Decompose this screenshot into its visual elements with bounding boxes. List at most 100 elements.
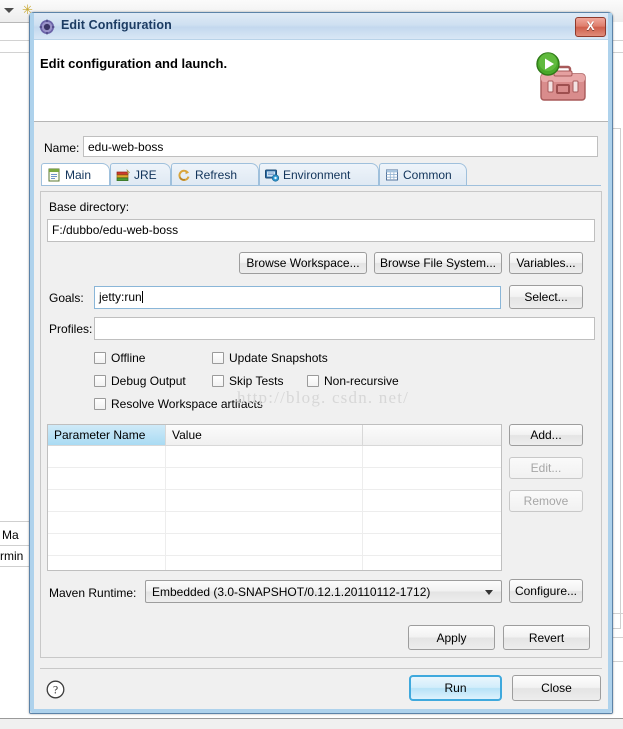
browse-file-system-button[interactable]: Browse File System...	[374, 252, 502, 274]
table-cell	[166, 468, 363, 489]
base-directory-value: F:/dubbo/edu-web-boss	[52, 223, 179, 237]
header-title: Edit configuration and launch.	[40, 56, 228, 71]
tab-environment-label: Environment	[283, 167, 351, 182]
table-row[interactable]	[48, 534, 501, 556]
dialog-body: Name: edu-web-boss Main JRE Refresh Envi…	[34, 123, 608, 709]
dialog-header: Edit configuration and launch.	[34, 40, 608, 122]
column-header-value[interactable]: Value	[166, 425, 363, 445]
tab-environment[interactable]: Environment	[259, 163, 379, 185]
table-row[interactable]	[48, 512, 501, 534]
table-cell	[166, 534, 363, 555]
books-icon	[116, 168, 130, 182]
close-icon: X	[586, 19, 595, 33]
browse-workspace-button[interactable]: Browse Workspace...	[239, 252, 367, 274]
goals-input[interactable]: jetty:run	[94, 286, 501, 309]
backdrop-divider	[0, 40, 32, 41]
maven-runtime-select[interactable]: Embedded (3.0-SNAPSHOT/0.12.1.20110112-1…	[145, 580, 502, 603]
maven-runtime-label: Maven Runtime:	[49, 586, 137, 600]
table-cell	[363, 556, 501, 570]
ide-status-bar	[0, 718, 623, 729]
tab-common[interactable]: Common	[379, 163, 467, 185]
resolve-workspace-artifacts-checkbox[interactable]: Resolve Workspace artifacts	[94, 397, 263, 411]
chevron-down-icon	[485, 589, 493, 595]
dialog-title: Edit Configuration	[61, 18, 172, 32]
resolve-workspace-artifacts-checkbox-label: Resolve Workspace artifacts	[111, 397, 263, 411]
table-cell	[166, 556, 363, 570]
tab-common-label: Common	[403, 167, 452, 182]
revert-button[interactable]: Revert	[503, 625, 590, 650]
checkbox-box	[307, 375, 319, 387]
table-cell	[48, 490, 166, 511]
table-cell	[363, 490, 501, 511]
variables-button[interactable]: Variables...	[509, 252, 583, 274]
offline-checkbox[interactable]: Offline	[94, 351, 145, 365]
table-cell	[363, 468, 501, 489]
table-row[interactable]	[48, 468, 501, 490]
svg-text:?: ?	[53, 685, 58, 697]
table-cell	[48, 534, 166, 555]
debug-output-checkbox[interactable]: Debug Output	[94, 374, 186, 388]
tab-refresh[interactable]: Refresh	[171, 163, 259, 185]
environment-icon	[265, 168, 280, 182]
goals-label: Goals:	[49, 291, 84, 305]
column-header-extra[interactable]	[363, 425, 501, 445]
document-icon	[47, 168, 61, 182]
launch-toolbox-icon	[532, 48, 594, 110]
table-cell	[48, 556, 166, 570]
tab-jre[interactable]: JRE	[110, 163, 171, 185]
table-row[interactable]	[48, 490, 501, 512]
checkbox-box	[94, 398, 106, 410]
table-cell	[166, 512, 363, 533]
close-dialog-button[interactable]: Close	[512, 675, 601, 701]
tab-main[interactable]: Main	[41, 163, 110, 185]
column-header-parameter-name[interactable]: Parameter Name	[48, 425, 166, 445]
edit-configuration-dialog: Edit Configuration X Edit configuration …	[29, 12, 613, 714]
update-snapshots-checkbox-label: Update Snapshots	[229, 351, 328, 365]
non-recursive-checkbox-label: Non-recursive	[324, 374, 399, 388]
backdrop-label: rmin	[0, 549, 24, 563]
non-recursive-checkbox[interactable]: Non-recursive	[307, 374, 399, 388]
base-directory-input[interactable]: F:/dubbo/edu-web-boss	[47, 219, 595, 242]
table-cell	[48, 468, 166, 489]
text-caret	[141, 291, 143, 303]
goals-select-button[interactable]: Select...	[509, 285, 583, 309]
name-input[interactable]: edu-web-boss	[83, 136, 598, 157]
profiles-label: Profiles:	[49, 322, 93, 336]
checkbox-box	[94, 352, 106, 364]
table-icon	[385, 168, 399, 182]
name-input-value: edu-web-boss	[88, 140, 164, 154]
main-tab-panel: Base directory: F:/dubbo/edu-web-boss Br…	[40, 191, 602, 658]
table-row[interactable]	[48, 556, 501, 570]
add-parameter-button[interactable]: Add...	[509, 424, 583, 446]
tab-bar: Main JRE Refresh Environment Common	[41, 163, 601, 186]
backdrop-divider	[0, 521, 30, 522]
table-row[interactable]	[48, 446, 501, 468]
table-header-row: Parameter Name Value	[48, 425, 501, 446]
table-cell	[166, 490, 363, 511]
skip-tests-checkbox[interactable]: Skip Tests	[212, 374, 283, 388]
update-snapshots-checkbox[interactable]: Update Snapshots	[212, 351, 328, 365]
offline-checkbox-label: Offline	[111, 351, 146, 365]
remove-parameter-button: Remove	[509, 490, 583, 512]
table-cell	[363, 446, 501, 467]
table-cell	[166, 446, 363, 467]
parameters-table[interactable]: Parameter Name Value	[47, 424, 502, 571]
chevron-down-icon[interactable]	[4, 8, 14, 13]
apply-button[interactable]: Apply	[408, 625, 495, 650]
table-cell	[48, 512, 166, 533]
table-cell	[363, 534, 501, 555]
configure-button[interactable]: Configure...	[509, 579, 583, 603]
dialog-titlebar: Edit Configuration X	[30, 13, 612, 40]
checkbox-box	[212, 352, 224, 364]
table-cell	[363, 512, 501, 533]
run-button[interactable]: Run	[409, 675, 502, 701]
backdrop-label: Ma	[2, 528, 19, 542]
tab-jre-label: JRE	[134, 167, 157, 182]
profiles-input[interactable]	[94, 317, 595, 340]
maven-runtime-value: Embedded (3.0-SNAPSHOT/0.12.1.20110112-1…	[152, 584, 431, 599]
refresh-arrows-icon	[177, 168, 191, 182]
tab-main-label: Main	[65, 167, 92, 182]
close-button[interactable]: X	[575, 17, 606, 37]
help-question-icon[interactable]: ?	[46, 680, 65, 699]
table-cell	[48, 446, 166, 467]
